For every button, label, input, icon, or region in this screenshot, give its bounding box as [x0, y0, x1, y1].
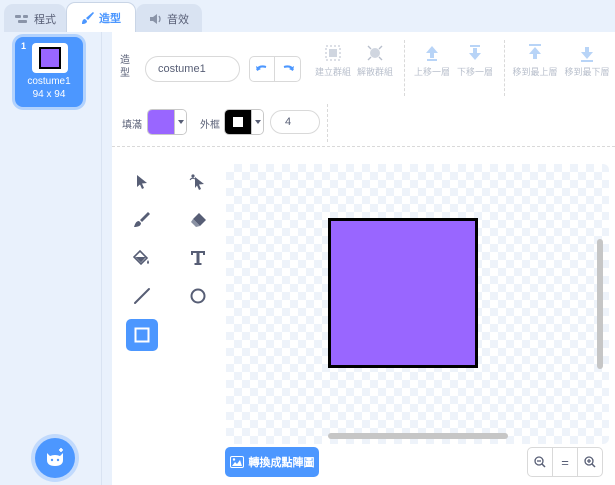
fill-dropdown[interactable] [174, 110, 186, 134]
line-icon [134, 288, 150, 304]
choose-costume-button[interactable] [35, 438, 75, 478]
arrow-up-icon [426, 46, 438, 61]
front-label: 移到最上層 [512, 67, 558, 77]
undo-redo-group [249, 56, 301, 82]
back-label: 移到最下層 [564, 67, 610, 77]
rectangle-icon [134, 327, 150, 343]
paint-editor: 造型 建立群組 解散群組 上移一層 下移一層 [112, 32, 615, 485]
ungroup-button[interactable]: 解散群組 [355, 42, 395, 78]
zoom-in-button[interactable] [577, 447, 603, 477]
costume-thumbnail [32, 43, 68, 73]
outline-label: 外框 [200, 120, 220, 131]
outline-dropdown[interactable] [251, 110, 263, 134]
tab-code[interactable]: 程式 [4, 4, 66, 32]
caret-down-icon [177, 120, 184, 124]
toolbar-divider [404, 40, 405, 96]
group-icon [325, 45, 341, 61]
caret-down-icon [254, 120, 261, 124]
forward-label: 上移一層 [413, 67, 450, 77]
back-button[interactable]: 移到最下層 [563, 42, 611, 78]
costume-size: 94 x 94 [32, 89, 66, 100]
arrow-down-icon [469, 45, 481, 60]
purple-square-shape[interactable] [328, 218, 478, 368]
code-icon [15, 14, 28, 23]
fill-color-picker[interactable] [147, 109, 187, 135]
forward-button[interactable]: 上移一層 [412, 42, 452, 78]
tab-sounds-label: 音效 [167, 13, 189, 26]
undo-button[interactable] [250, 57, 276, 81]
convert-label: 轉換成點陣圖 [248, 457, 315, 469]
costume-name-input[interactable] [145, 56, 240, 82]
editor-divider [112, 146, 615, 147]
editor-style-row: 填滿 外框 4 [112, 104, 615, 144]
eraser-tool[interactable] [182, 204, 214, 236]
vertical-scrollbar[interactable] [597, 239, 603, 369]
fill-color-swatch[interactable] [148, 110, 174, 134]
outline-width-input[interactable]: 4 [270, 110, 320, 134]
redo-icon [283, 65, 294, 71]
ungroup-icon [367, 45, 383, 61]
drawing-canvas[interactable] [226, 164, 609, 444]
fill-label: 填滿 [122, 120, 142, 131]
convert-to-bitmap-button[interactable]: 轉換成點陣圖 [225, 447, 319, 477]
zoom-out-icon [534, 456, 546, 468]
editor-top-row: 造型 建立群組 解散群組 上移一層 下移一層 [112, 32, 615, 104]
costume-item[interactable]: 1 costume1 94 x 94 [15, 37, 83, 107]
eraser-icon [191, 213, 206, 227]
fill-icon [133, 249, 149, 266]
outline-color-swatch[interactable] [225, 110, 251, 134]
editor-tabs: 程式 造型 音效 [0, 0, 615, 32]
reshape-tool[interactable] [182, 166, 214, 198]
cat-add-icon [47, 448, 63, 466]
outline-color-picker[interactable] [224, 109, 264, 135]
send-to-back-icon [581, 47, 593, 62]
front-button[interactable]: 移到最上層 [512, 42, 558, 78]
zoom-controls: = [527, 447, 607, 477]
tab-costumes[interactable]: 造型 [66, 2, 136, 32]
thumbnail-square [39, 47, 61, 69]
circle-tool[interactable] [182, 280, 214, 312]
ungroup-label: 解散群組 [356, 67, 393, 77]
undo-icon [256, 65, 267, 71]
horizontal-scrollbar[interactable] [328, 433, 508, 439]
bring-to-front-icon [529, 44, 541, 59]
speaker-icon [150, 13, 161, 24]
fill-tool[interactable] [126, 242, 158, 274]
tab-costumes-label: 造型 [99, 12, 121, 25]
tab-code-label: 程式 [34, 13, 56, 26]
rectangle-tool[interactable] [126, 319, 158, 351]
zoom-reset-button[interactable]: = [552, 447, 578, 477]
tab-sounds[interactable]: 音效 [136, 4, 202, 32]
redo-button[interactable] [275, 57, 300, 81]
circle-icon [190, 288, 206, 304]
costume-label: 造型 [120, 55, 130, 79]
brush-icon [134, 212, 150, 227]
zoom-out-button[interactable] [527, 447, 553, 477]
brush-icon [82, 11, 94, 24]
line-tool[interactable] [126, 280, 158, 312]
select-icon [137, 175, 147, 189]
costume-number: 1 [21, 41, 27, 51]
group-button[interactable]: 建立群組 [313, 42, 353, 78]
bitmap-icon [229, 456, 244, 468]
reshape-icon [189, 174, 204, 190]
select-tool[interactable] [126, 166, 158, 198]
group-label: 建立群組 [314, 67, 351, 77]
text-icon [191, 251, 205, 265]
backward-label: 下移一層 [456, 67, 493, 77]
toolbar-divider [504, 40, 505, 96]
text-tool[interactable] [182, 242, 214, 274]
brush-tool[interactable] [126, 204, 158, 236]
outline-swatch-inner [233, 117, 243, 127]
costume-list: 1 costume1 94 x 94 [0, 32, 102, 485]
backward-button[interactable]: 下移一層 [455, 42, 495, 78]
costume-name: costume1 [27, 76, 71, 87]
zoom-in-icon [584, 456, 596, 468]
style-divider [327, 104, 328, 142]
